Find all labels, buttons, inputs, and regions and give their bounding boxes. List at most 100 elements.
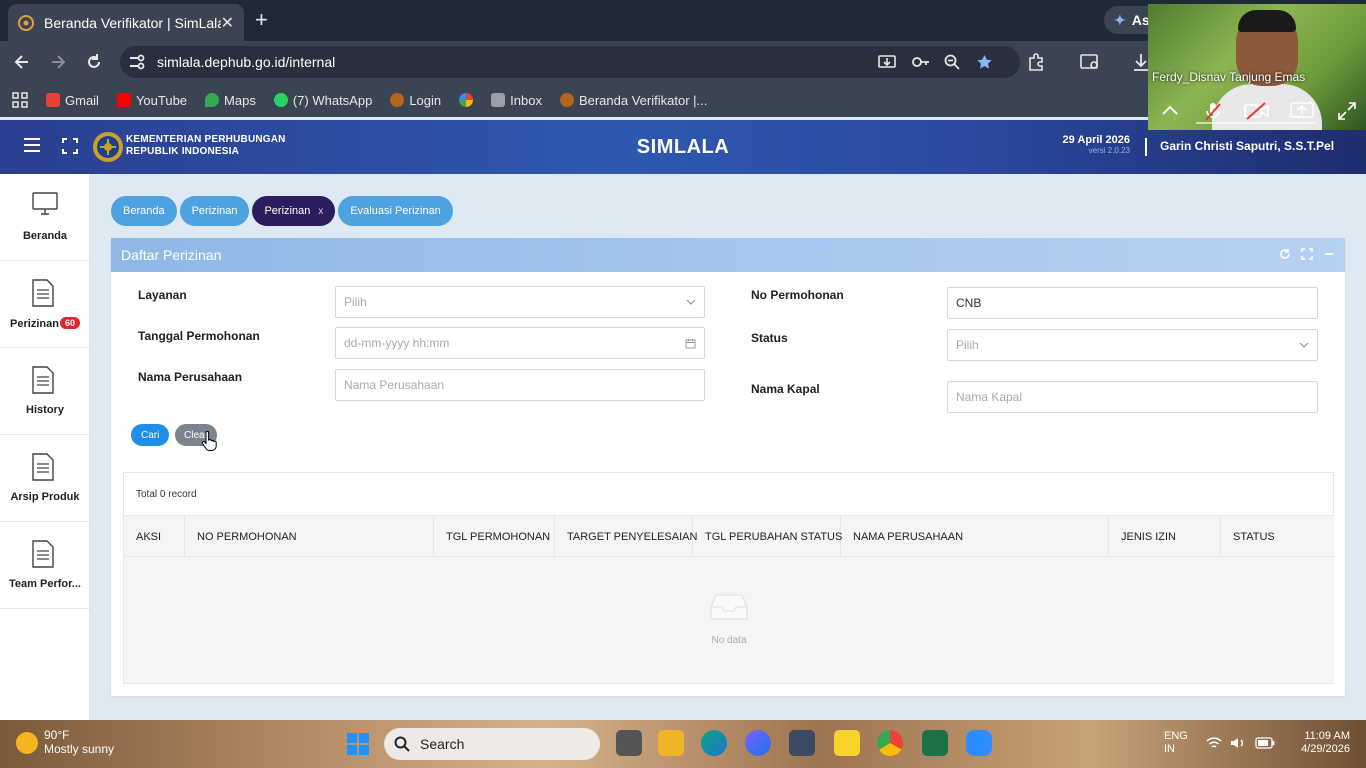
extensions-icon[interactable] xyxy=(1027,53,1045,71)
apps-grid-icon[interactable] xyxy=(12,92,28,108)
crumb-label: Perizinan xyxy=(191,205,238,217)
simlala-favicon-icon xyxy=(18,14,34,31)
bookmark-beranda[interactable]: Beranda Verifikator |... xyxy=(559,93,707,108)
chrome-icon[interactable] xyxy=(877,730,903,756)
weather-text: Mostly sunny xyxy=(44,742,115,756)
tanggal-permohonan-input[interactable]: dd-mm-yyyy hh:mm xyxy=(335,327,705,359)
cari-button[interactable]: Cari xyxy=(131,424,170,446)
video-divider xyxy=(1196,122,1316,124)
bookmark-gmail[interactable]: Gmail xyxy=(46,93,99,108)
search-icon xyxy=(394,736,410,752)
empty-inbox-icon xyxy=(710,594,748,620)
search-label: Search xyxy=(420,736,465,752)
volume-icon[interactable] xyxy=(1230,736,1246,750)
windows-taskbar: 90°F Mostly sunny Search ENG IN 11:09 AM… xyxy=(0,720,1366,768)
bookmark-star-icon[interactable] xyxy=(976,54,993,70)
reload-icon[interactable] xyxy=(84,52,104,72)
install-app-icon[interactable] xyxy=(878,54,896,70)
user-name[interactable]: Garin Christi Saputri, S.S.T.Pel xyxy=(1160,139,1334,153)
chevron-down-icon xyxy=(1299,342,1309,348)
col-no-permohonan[interactable]: NO PERMOHONAN xyxy=(185,516,434,558)
sidebar-item-team-performance[interactable]: Team Perfor... xyxy=(0,522,89,609)
refresh-icon[interactable] xyxy=(1279,248,1291,260)
downloads-icon[interactable] xyxy=(1133,53,1149,71)
mic-muted-icon[interactable] xyxy=(1204,102,1222,122)
clock[interactable]: 11:09 AM 4/29/2026 xyxy=(1290,730,1350,756)
crumb-perizinan-active[interactable]: Perizinan x xyxy=(252,196,336,226)
col-tgl-permohonan[interactable]: TGL PERMOHONAN xyxy=(434,516,555,558)
hand-cursor-icon xyxy=(201,431,217,451)
zoom-icon[interactable] xyxy=(944,54,960,70)
sidebar-item-perizinan[interactable]: Perizinan 60 xyxy=(0,261,89,348)
weather-widget[interactable]: 90°F Mostly sunny xyxy=(16,728,114,756)
maximize-icon[interactable] xyxy=(1301,248,1313,260)
tab-search-icon[interactable] xyxy=(1080,53,1100,71)
minimize-icon[interactable] xyxy=(1323,248,1335,260)
bookmark-maps[interactable]: Maps xyxy=(205,93,256,108)
status-select[interactable]: Pilih xyxy=(947,329,1318,361)
crumb-evaluasi-perizinan[interactable]: Evaluasi Perizinan xyxy=(338,196,453,226)
col-jenis-izin[interactable]: JENIS IZIN xyxy=(1109,516,1221,558)
sidebar-item-label: Team Perfor... xyxy=(9,578,81,590)
address-bar[interactable]: simlala.dephub.go.id/internal xyxy=(120,46,1020,78)
no-permohonan-input[interactable]: CNB xyxy=(947,287,1318,319)
language-indicator[interactable]: ENG IN xyxy=(1164,730,1188,756)
site-info-icon[interactable] xyxy=(128,54,146,70)
edge-icon[interactable] xyxy=(701,730,727,756)
header-date: 29 April 2026 versi 2.0.23 xyxy=(1063,134,1130,155)
tab-close-icon[interactable]: ✕ xyxy=(221,13,234,33)
camera-app-icon[interactable] xyxy=(789,730,815,756)
bookmark-label: Gmail xyxy=(65,92,99,108)
expand-icon[interactable] xyxy=(1338,102,1356,120)
sidebar-item-arsip-produk[interactable]: Arsip Produk xyxy=(0,435,89,522)
layanan-placeholder: Pilih xyxy=(344,295,367,309)
taskbar-search[interactable]: Search xyxy=(384,728,600,760)
bookmark-label: (7) WhatsApp xyxy=(292,92,373,108)
forward-arrow-icon[interactable] xyxy=(48,52,68,72)
browser-tab-active[interactable]: Beranda Verifikator | SimLala ✕ xyxy=(8,4,244,41)
bookmark-photos[interactable] xyxy=(459,93,474,107)
col-target-penyelesaian[interactable]: TARGET PENYELESAIAN xyxy=(555,516,697,558)
col-tgl-perubahan-status[interactable]: TGL PERUBAHAN STATUS xyxy=(693,516,842,558)
panel-tools xyxy=(1279,248,1335,260)
bookmark-label: Maps xyxy=(224,92,256,108)
crumb-beranda[interactable]: Beranda xyxy=(111,196,177,226)
nama-kapal-input[interactable]: Nama Kapal xyxy=(947,381,1318,413)
back-arrow-icon[interactable] xyxy=(12,52,32,72)
document-icon xyxy=(32,453,54,481)
video-call-overlay[interactable]: Ferdy_Disnav Tanjung Emas xyxy=(1148,4,1366,130)
nama-perusahaan-input[interactable]: Nama Perusahaan xyxy=(335,369,705,401)
bookmark-whatsapp[interactable]: (7) WhatsApp xyxy=(273,92,373,108)
nama-perusahaan-label: Nama Perusahaan xyxy=(138,370,243,384)
share-screen-icon[interactable] xyxy=(1290,102,1314,120)
task-view-icon[interactable] xyxy=(616,730,642,756)
col-status[interactable]: STATUS xyxy=(1221,516,1334,558)
col-nama-perusahaan[interactable]: NAMA PERUSAHAAN xyxy=(841,516,1109,558)
crumb-label: Evaluasi Perizinan xyxy=(350,205,441,217)
current-date: 29 April 2026 xyxy=(1062,134,1130,146)
password-key-icon[interactable] xyxy=(911,54,931,70)
battery-icon[interactable] xyxy=(1255,737,1275,749)
bookmark-youtube[interactable]: YouTube xyxy=(116,93,187,108)
copilot-icon[interactable] xyxy=(745,730,771,756)
new-tab-button[interactable]: + xyxy=(255,8,268,32)
col-aksi[interactable]: AKSI xyxy=(124,516,185,558)
document-icon xyxy=(32,540,54,568)
zoom-app-icon[interactable] xyxy=(966,730,992,756)
sidebar: Beranda Perizinan 60 History Arsip Produk… xyxy=(0,174,90,720)
crumb-perizinan[interactable]: Perizinan xyxy=(179,196,250,226)
bookmark-login[interactable]: Login xyxy=(390,93,441,108)
file-explorer-icon[interactable] xyxy=(658,730,684,756)
windows-start-icon[interactable] xyxy=(346,732,370,756)
sidebar-item-history[interactable]: History xyxy=(0,348,89,435)
close-icon[interactable]: x xyxy=(318,206,323,217)
document-icon xyxy=(32,279,54,307)
wifi-icon[interactable] xyxy=(1206,736,1222,750)
bookmark-inbox[interactable]: Inbox xyxy=(491,93,542,108)
chevron-up-icon[interactable] xyxy=(1160,102,1180,118)
camera-off-icon[interactable] xyxy=(1244,102,1270,120)
layanan-select[interactable]: Pilih xyxy=(335,286,705,318)
sidebar-item-beranda[interactable]: Beranda xyxy=(0,174,89,261)
excel-icon[interactable] xyxy=(922,730,948,756)
sticky-notes-icon[interactable] xyxy=(834,730,860,756)
